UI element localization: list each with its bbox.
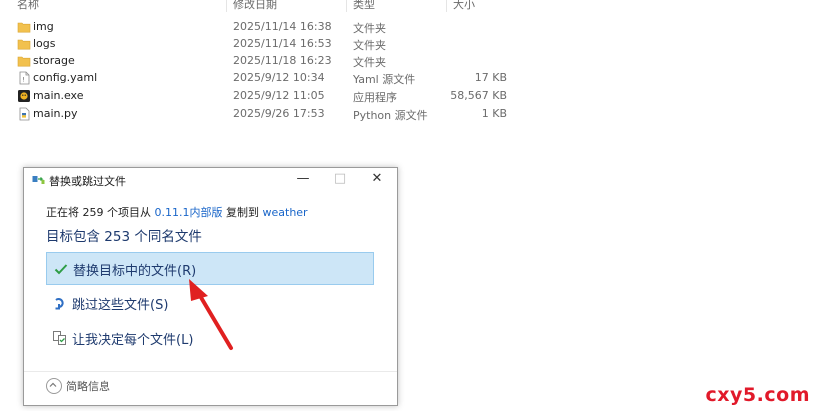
file-size: 1 KB [481, 107, 507, 120]
column-divider[interactable] [346, 0, 347, 12]
file-name: storage [33, 54, 75, 67]
column-header-modified[interactable]: 修改日期 [233, 0, 277, 12]
file-row[interactable]: img 2025/11/14 16:38 文件夹 [0, 19, 520, 36]
file-date: 2025/11/14 16:53 [233, 37, 332, 50]
svg-text:!: ! [22, 77, 24, 84]
file-date: 2025/11/18 16:23 [233, 54, 332, 67]
file-row[interactable]: main.exe 2025/9/12 11:05 应用程序 58,567 KB [0, 88, 520, 105]
option-label: 跳过这些文件(S) [72, 298, 169, 313]
column-divider[interactable] [446, 0, 447, 12]
column-header-row: 名称 修改日期 类型 大小 [0, 0, 520, 12]
chevron-up-icon [46, 378, 62, 394]
file-explorer-list: 名称 修改日期 类型 大小 img 2025/11/14 16:38 文件夹 l… [0, 0, 815, 130]
progress-middle: 复制到 [222, 206, 263, 219]
details-label: 简略信息 [66, 380, 110, 393]
fewer-details-toggle[interactable]: 简略信息 [46, 378, 110, 395]
destination-folder-link[interactable]: weather [263, 206, 308, 219]
skip-icon [52, 295, 68, 311]
file-type: 文件夹 [353, 22, 386, 35]
file-date: 2025/9/12 11:05 [233, 89, 325, 102]
file-row[interactable]: main.py 2025/9/26 17:53 Python 源文件 1 KB [0, 106, 520, 123]
file-date: 2025/9/26 17:53 [233, 107, 325, 120]
column-header-size[interactable]: 大小 [453, 0, 475, 12]
file-row[interactable]: logs 2025/11/14 16:53 文件夹 [0, 36, 520, 53]
checkmark-icon [53, 261, 69, 277]
option-label: 替换目标中的文件(R) [73, 264, 197, 279]
file-type: Python 源文件 [353, 109, 428, 122]
folder-icon [17, 20, 31, 34]
dialog-titlebar[interactable]: 替换或跳过文件 — □ ✕ [24, 168, 397, 192]
close-button[interactable]: ✕ [358, 168, 396, 192]
dialog-title: 替换或跳过文件 [49, 175, 126, 188]
file-size: 17 KB [474, 71, 507, 84]
file-size: 58,567 KB [450, 89, 507, 102]
file-name: logs [33, 37, 56, 50]
file-row[interactable]: storage 2025/11/18 16:23 文件夹 [0, 53, 520, 70]
maximize-button: □ [333, 171, 347, 186]
file-type: 文件夹 [353, 56, 386, 69]
file-name: config.yaml [33, 71, 98, 84]
file-date: 2025/11/14 16:38 [233, 20, 332, 33]
progress-prefix: 正在将 259 个项目从 [46, 206, 155, 219]
application-icon [17, 89, 31, 103]
skip-files-option[interactable]: 跳过这些文件(S) [46, 287, 374, 320]
copy-transfer-icon [32, 174, 45, 185]
folder-icon [17, 54, 31, 68]
file-type: Yaml 源文件 [353, 73, 416, 86]
decide-each-option[interactable]: 让我决定每个文件(L) [46, 322, 374, 355]
file-name: main.py [33, 107, 78, 120]
source-folder-link[interactable]: 0.11.1内部版 [155, 206, 223, 219]
file-type: 应用程序 [353, 91, 397, 104]
file-row[interactable]: ! config.yaml 2025/9/12 10:34 Yaml 源文件 1… [0, 70, 520, 87]
decide-each-icon [52, 330, 68, 346]
copy-progress-text: 正在将 259 个项目从 0.11.1内部版 复制到 weather [46, 204, 308, 220]
column-divider[interactable] [226, 0, 227, 12]
replace-or-skip-dialog: 替换或跳过文件 — □ ✕ 正在将 259 个项目从 0.11.1内部版 复制到… [23, 167, 398, 406]
option-label: 让我决定每个文件(L) [72, 333, 194, 348]
minimize-button[interactable]: — [284, 168, 322, 192]
watermark: cxy5.com [705, 384, 810, 406]
file-name: img [33, 20, 54, 33]
file-date: 2025/9/12 10:34 [233, 71, 325, 84]
dialog-footer-divider [24, 371, 397, 372]
folder-icon [17, 37, 31, 51]
document-icon: ! [17, 71, 31, 85]
column-header-name[interactable]: 名称 [17, 0, 39, 12]
python-file-icon [17, 107, 31, 121]
conflict-headline: 目标包含 253 个同名文件 [46, 229, 202, 245]
file-type: 文件夹 [353, 39, 386, 52]
column-header-type[interactable]: 类型 [353, 0, 375, 12]
file-name: main.exe [33, 89, 84, 102]
replace-files-option[interactable]: 替换目标中的文件(R) [46, 252, 374, 285]
